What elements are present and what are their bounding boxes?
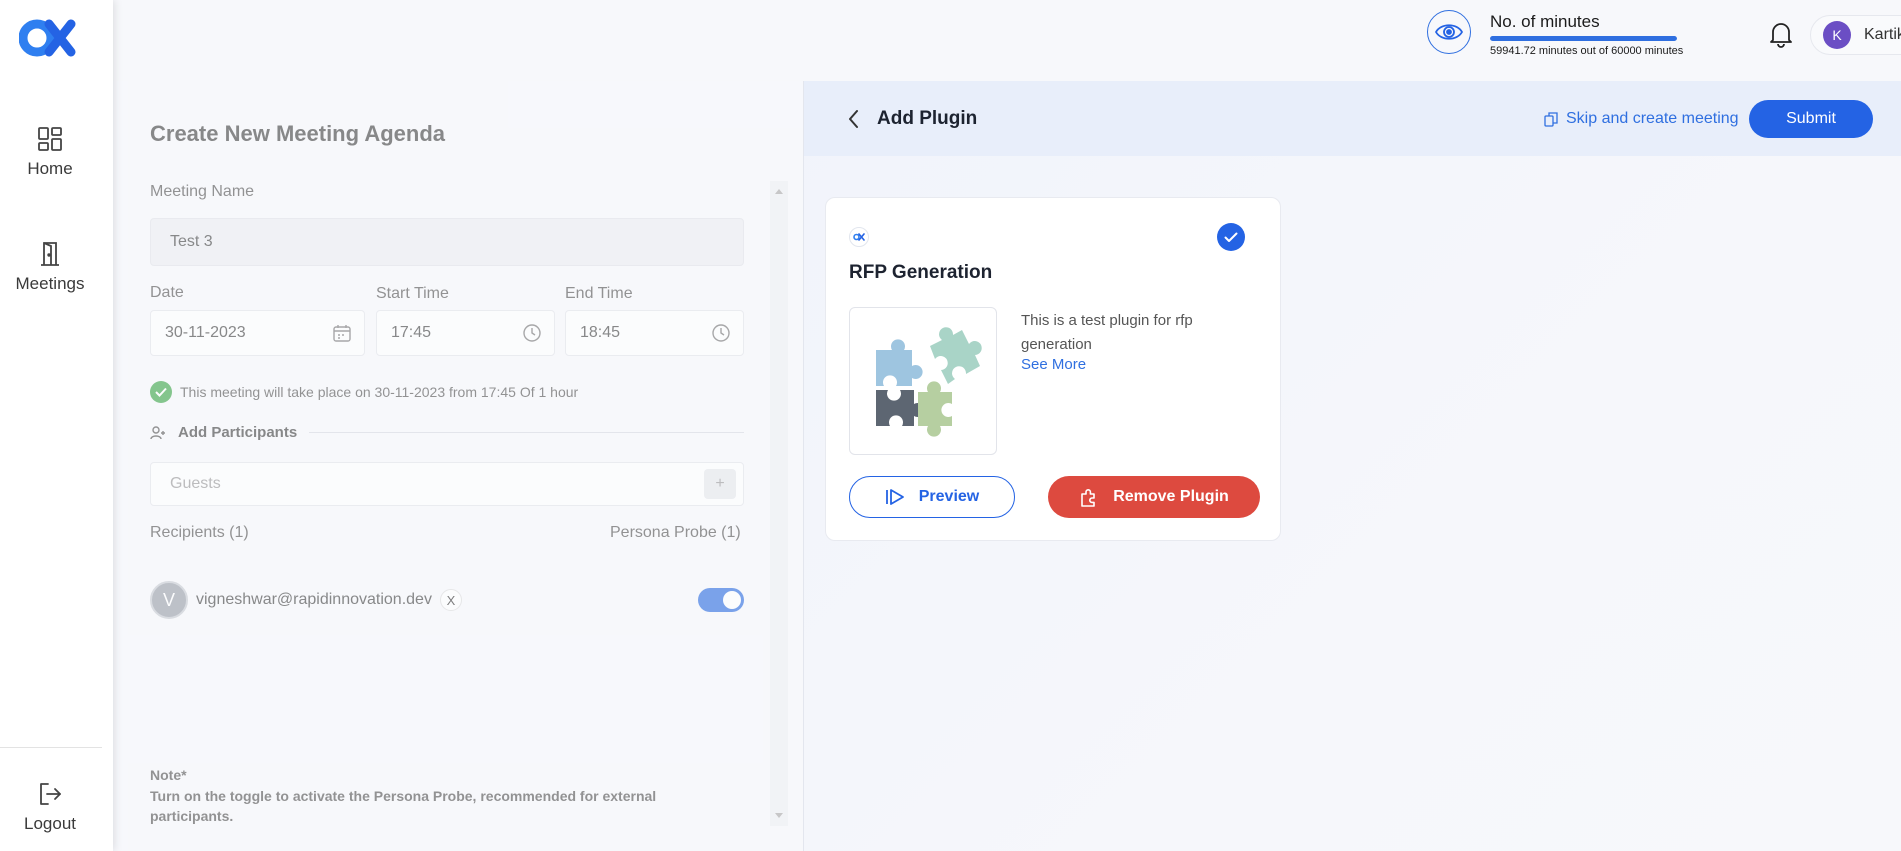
recipient-row: V vigneshwar@rapidinnovation.dev X	[150, 580, 744, 620]
see-more-link[interactable]: See More	[1021, 356, 1086, 373]
meeting-name-field[interactable]: Test 3	[150, 218, 744, 266]
sidebar: Home Meetings Logout	[0, 0, 113, 851]
date-label: Date	[150, 284, 184, 301]
selected-check-icon[interactable]	[1217, 223, 1245, 251]
plugin-description: This is a test plugin for rfp generation	[1021, 312, 1193, 353]
end-time-label: End Time	[565, 285, 633, 302]
check-circle-icon	[150, 381, 172, 403]
start-time-label: Start Time	[376, 285, 449, 302]
clock-icon[interactable]	[711, 323, 731, 343]
remove-plugin-button[interactable]: Remove Plugin	[1048, 476, 1260, 518]
user-menu[interactable]: K Kartik Behl	[1810, 15, 1901, 55]
submit-button[interactable]: Submit	[1749, 100, 1873, 138]
meeting-name-value: Test 3	[170, 233, 213, 250]
date-field[interactable]: 30-11-2023	[150, 310, 365, 356]
minutes-title: No. of minutes	[1490, 12, 1600, 31]
remove-plugin-label: Remove Plugin	[1113, 488, 1229, 505]
plugin-logo-icon	[849, 227, 869, 247]
note-title: Note*	[150, 767, 187, 783]
guests-input[interactable]: Guests +	[150, 462, 744, 506]
avatar: V	[150, 581, 188, 619]
skip-and-create-link[interactable]: Skip and create meeting	[1544, 110, 1739, 128]
logout-icon	[40, 783, 61, 805]
scrollbar[interactable]	[770, 181, 788, 826]
scroll-down-arrow[interactable]	[775, 813, 783, 818]
minutes-progress-fill	[1490, 36, 1677, 41]
persona-probe-label: Persona Probe (1)	[610, 524, 741, 541]
plugin-thumbnail	[849, 307, 997, 455]
preview-button[interactable]: Preview	[849, 476, 1015, 518]
sidebar-item-label: Meetings	[15, 274, 85, 293]
preview-label: Preview	[918, 488, 980, 505]
persona-probe-toggle[interactable]	[698, 588, 744, 612]
app-logo[interactable]	[19, 18, 83, 58]
bell-icon[interactable]	[1768, 20, 1794, 48]
minutes-progress-bar	[1490, 36, 1677, 41]
copy-icon	[1544, 111, 1558, 127]
calendar-icon[interactable]	[332, 323, 352, 343]
date-value: 30-11-2023	[165, 324, 246, 341]
door-icon	[41, 242, 59, 266]
start-time-value: 17:45	[391, 324, 432, 341]
avatar: K	[1823, 21, 1851, 49]
chevron-left-icon[interactable]	[846, 108, 862, 130]
puzzle-icon	[1081, 489, 1096, 507]
start-time-field[interactable]: 17:45	[376, 310, 555, 356]
meeting-name-label: Meeting Name	[150, 183, 255, 200]
scroll-up-arrow[interactable]	[775, 189, 783, 194]
note-text: Turn on the toggle to activate the Perso…	[150, 788, 657, 824]
sidebar-item-home[interactable]: Home	[0, 125, 100, 179]
sidebar-item-label: Home	[27, 159, 73, 178]
sidebar-item-meetings[interactable]: Meetings	[0, 240, 100, 294]
participants-label: Add Participants	[178, 424, 298, 441]
divider	[309, 432, 744, 433]
grid-icon	[38, 127, 62, 151]
page-title: Create New Meeting Agenda	[150, 121, 446, 146]
add-guest-button[interactable]: +	[704, 469, 736, 499]
minutes-usage-text: 59941.72 minutes out of 60000 minutes	[1490, 45, 1684, 57]
add-user-icon	[150, 425, 165, 439]
schedule-note: This meeting will take place on 30-11-20…	[180, 384, 579, 400]
recipient-email: vigneshwar@rapidinnovation.dev	[196, 591, 432, 608]
top-bar: No. of minutes 59941.72 minutes out of 6…	[113, 0, 1901, 80]
logout-label: Logout	[24, 814, 76, 833]
user-name: Kartik Behl	[1864, 26, 1901, 43]
plugin-card[interactable]: RFP Generation This is a test plugin for…	[825, 197, 1281, 541]
minutes-indicator	[1427, 10, 1471, 54]
sidebar-divider	[0, 747, 102, 748]
skip-label: Skip and create meeting	[1566, 110, 1739, 127]
plugin-title: RFP Generation	[849, 262, 993, 283]
eye-icon	[1434, 24, 1464, 40]
clock-icon[interactable]	[522, 323, 542, 343]
plugin-panel-header: Add Plugin Skip and create meeting Submi…	[804, 81, 1901, 156]
end-time-value: 18:45	[580, 324, 621, 341]
play-icon	[885, 489, 904, 505]
add-plugin-panel: Add Plugin Skip and create meeting Submi…	[803, 81, 1901, 851]
logout-button[interactable]: Logout	[0, 780, 100, 834]
meeting-form-panel: Create New Meeting Agenda Meeting Name T…	[113, 81, 803, 851]
plugin-panel-title: Add Plugin	[877, 108, 978, 129]
participants-section-header: Add Participants	[150, 424, 744, 441]
recipients-label: Recipients (1)	[150, 524, 249, 541]
puzzle-image-icon	[876, 327, 982, 437]
guests-placeholder: Guests	[170, 475, 221, 492]
end-time-field[interactable]: 18:45	[565, 310, 744, 356]
schedule-confirmation: This meeting will take place on 30-11-20…	[150, 381, 578, 403]
remove-recipient-button[interactable]: X	[439, 589, 462, 611]
